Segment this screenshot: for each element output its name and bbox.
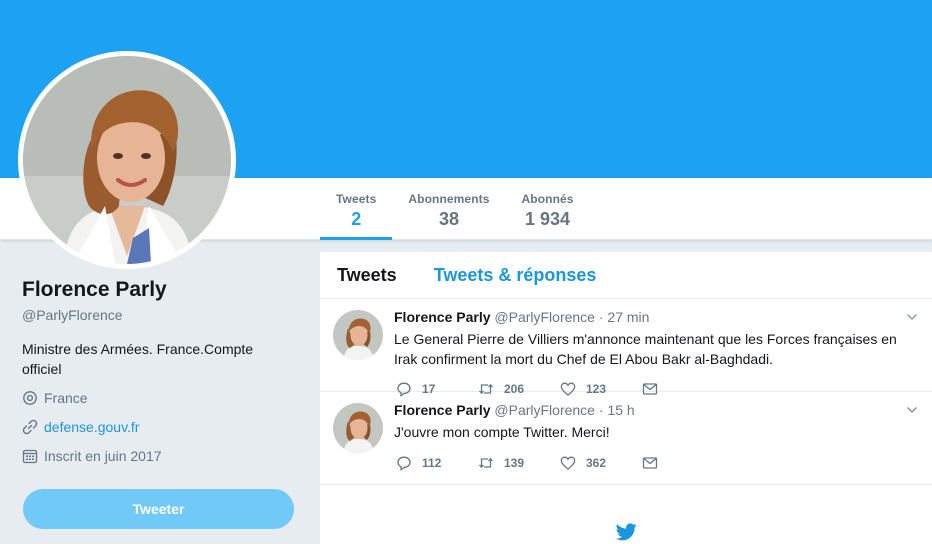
- caret-down-icon[interactable]: [906, 404, 918, 416]
- tweet-timestamp[interactable]: · 27 min: [599, 309, 650, 325]
- tweet-item[interactable]: Florence Parly @ParlyFlorence · 27 min L…: [320, 299, 932, 397]
- location-text: France: [44, 390, 88, 406]
- tweet-author-handle[interactable]: @ParlyFlorence: [494, 309, 595, 325]
- like-count: 362: [586, 456, 607, 470]
- tab-tweets-replies[interactable]: Tweets & réponses: [434, 265, 597, 286]
- stat-following[interactable]: Abonnements 38: [392, 178, 505, 240]
- tab-tweets[interactable]: Tweets: [337, 265, 397, 286]
- profile-joined: Inscrit en juin 2017: [22, 446, 302, 466]
- reply-count: 112: [422, 456, 442, 470]
- profile-avatar[interactable]: [18, 51, 236, 269]
- profile-name[interactable]: Florence Parly: [22, 278, 302, 302]
- reply-button[interactable]: 112: [396, 455, 478, 471]
- tweet-author-handle[interactable]: @ParlyFlorence: [494, 402, 595, 418]
- stat-label: Abonnés: [521, 192, 574, 206]
- link-icon: [22, 419, 38, 435]
- website-link[interactable]: defense.gouv.fr: [44, 419, 139, 435]
- profile-card: Florence Parly @ParlyFlorence Ministre d…: [22, 278, 302, 466]
- tweet-avatar[interactable]: [333, 310, 383, 360]
- tweet-text: J'ouvre mon compte Twitter. Merci!: [394, 424, 610, 440]
- caret-down-icon[interactable]: [906, 311, 918, 323]
- like-icon: [560, 456, 576, 470]
- timeline: Tweets Tweets & réponses Florence Parly …: [320, 252, 932, 544]
- stat-value: 1 934: [525, 209, 571, 229]
- reply-icon: [397, 456, 411, 471]
- retweet-button[interactable]: 139: [478, 455, 560, 471]
- tweet-author-name[interactable]: Florence Parly: [394, 309, 491, 325]
- joined-text: Inscrit en juin 2017: [44, 448, 162, 464]
- stat-label: Abonnements: [408, 192, 490, 206]
- profile-handle[interactable]: @ParlyFlorence: [22, 307, 302, 323]
- profile-stats: Tweets 2 Abonnements 38 Abonnés 1 934: [320, 178, 590, 240]
- tweet-item[interactable]: Florence Parly @ParlyFlorence · 15 h J'o…: [320, 392, 932, 485]
- retweet-icon: [479, 457, 493, 469]
- timeline-tabs: Tweets Tweets & réponses: [320, 252, 932, 299]
- tweet-author-name[interactable]: Florence Parly: [394, 402, 491, 418]
- twitter-bird-icon: [616, 523, 637, 541]
- calendar-icon: [22, 449, 38, 464]
- tweet-text: Le General Pierre de Villiers m'annonce …: [394, 331, 897, 367]
- location-icon: [23, 391, 37, 405]
- tweet-timestamp[interactable]: · 15 h: [599, 402, 635, 418]
- stat-label: Tweets: [336, 192, 377, 206]
- tweet-header: Florence Parly @ParlyFlorence · 27 min: [394, 309, 649, 325]
- stat-followers[interactable]: Abonnés 1 934: [506, 178, 590, 240]
- like-button[interactable]: 362: [560, 455, 642, 471]
- tweet-header: Florence Parly @ParlyFlorence · 15 h: [394, 402, 635, 418]
- profile-location: France: [22, 388, 302, 408]
- tweet-avatar[interactable]: [333, 403, 383, 453]
- stat-value: 2: [351, 209, 362, 229]
- message-icon: [642, 457, 658, 469]
- profile-website: defense.gouv.fr: [22, 417, 302, 437]
- direct-message-button[interactable]: [642, 455, 662, 471]
- tweet-button[interactable]: Tweeter: [23, 489, 294, 529]
- stat-value: 38: [438, 209, 459, 229]
- stat-tweets[interactable]: Tweets 2: [320, 178, 393, 240]
- profile-bio: Ministre des Armées. France.Compte offic…: [22, 341, 254, 377]
- tweet-actions: 112 139 362: [396, 455, 662, 471]
- retweet-count: 139: [504, 456, 525, 470]
